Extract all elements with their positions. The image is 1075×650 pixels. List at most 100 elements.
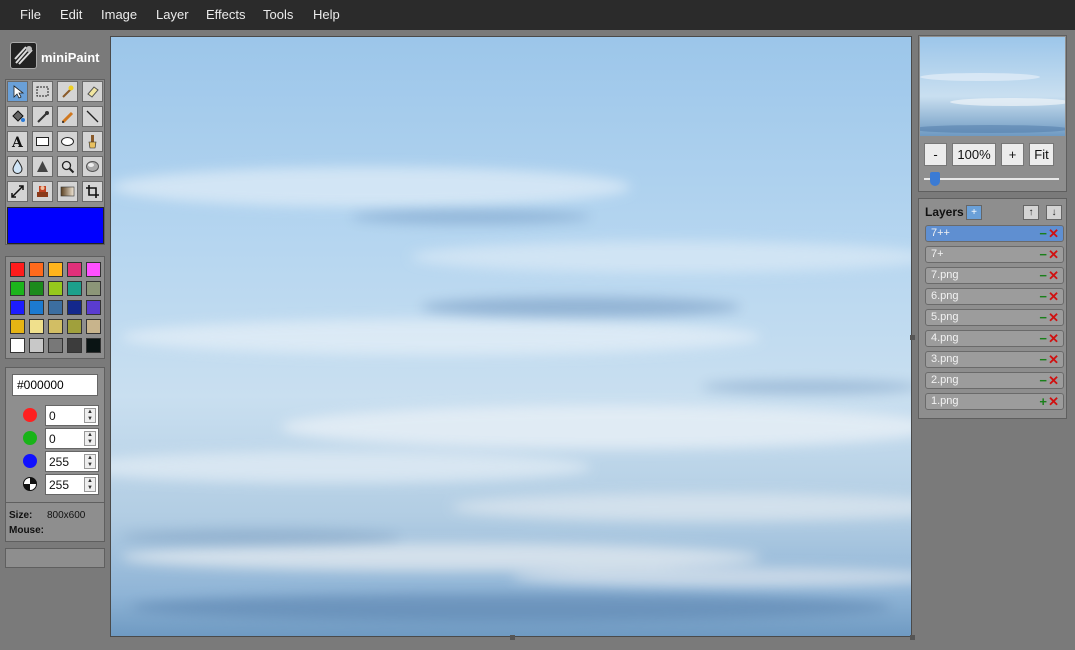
palette-swatch[interactable] bbox=[67, 300, 82, 315]
hex-color-input[interactable] bbox=[12, 374, 98, 396]
layer-row[interactable]: 1.png + ✕ bbox=[925, 393, 1064, 410]
palette-swatch[interactable] bbox=[48, 262, 63, 277]
show-layer-icon[interactable]: + bbox=[1039, 394, 1047, 409]
zoom-slider-track[interactable] bbox=[924, 178, 1059, 180]
delete-layer-icon[interactable]: ✕ bbox=[1048, 289, 1059, 304]
layer-row[interactable]: 7.png − ✕ bbox=[925, 267, 1064, 284]
layer-row[interactable]: 7+ − ✕ bbox=[925, 246, 1064, 263]
palette-swatch[interactable] bbox=[29, 300, 44, 315]
canvas-resize-handle-corner[interactable] bbox=[910, 635, 915, 640]
zoom-tool-button[interactable] bbox=[57, 156, 78, 177]
palette-swatch[interactable] bbox=[67, 338, 82, 353]
palette-swatch[interactable] bbox=[86, 281, 101, 296]
palette-swatch[interactable] bbox=[10, 300, 25, 315]
rectangle-tool-button[interactable] bbox=[32, 131, 53, 152]
line-tool-button[interactable] bbox=[82, 106, 103, 127]
palette-swatch[interactable] bbox=[67, 281, 82, 296]
resize-tool-button[interactable] bbox=[7, 181, 28, 202]
ellipse-tool-button[interactable] bbox=[57, 131, 78, 152]
brush-tool-button[interactable] bbox=[82, 131, 103, 152]
layer-row[interactable]: 4.png − ✕ bbox=[925, 330, 1064, 347]
palette-swatch[interactable] bbox=[29, 338, 44, 353]
zoom-slider-handle[interactable] bbox=[929, 172, 940, 186]
delete-layer-icon[interactable]: ✕ bbox=[1048, 310, 1059, 325]
palette-swatch[interactable] bbox=[29, 319, 44, 334]
spinner-arrows-icon[interactable]: ▲ ▼ bbox=[84, 431, 96, 446]
menu-help[interactable]: Help bbox=[309, 0, 344, 30]
delete-layer-icon[interactable]: ✕ bbox=[1048, 331, 1059, 346]
palette-swatch[interactable] bbox=[48, 319, 63, 334]
delete-layer-icon[interactable]: ✕ bbox=[1048, 352, 1059, 367]
hide-layer-icon[interactable]: − bbox=[1039, 289, 1047, 304]
eraser-tool-button[interactable] bbox=[82, 81, 103, 102]
layer-row[interactable]: 2.png − ✕ bbox=[925, 372, 1064, 389]
select-tool-button[interactable] bbox=[7, 81, 28, 102]
green-channel-input[interactable]: 0 ▲ ▼ bbox=[45, 428, 99, 449]
canvas-resize-handle-bottom[interactable] bbox=[510, 635, 515, 640]
active-color-swatch[interactable] bbox=[7, 207, 104, 244]
layer-row[interactable]: 5.png − ✕ bbox=[925, 309, 1064, 326]
hide-layer-icon[interactable]: − bbox=[1039, 373, 1047, 388]
palette-swatch[interactable] bbox=[86, 319, 101, 334]
delete-layer-icon[interactable]: ✕ bbox=[1048, 394, 1059, 409]
bulge-tool-button[interactable] bbox=[82, 156, 103, 177]
zoom-out-button[interactable]: - bbox=[924, 143, 947, 166]
magic-wand-tool-button[interactable] bbox=[57, 81, 78, 102]
layer-row[interactable]: 3.png − ✕ bbox=[925, 351, 1064, 368]
delete-layer-icon[interactable]: ✕ bbox=[1048, 268, 1059, 283]
hide-layer-icon[interactable]: − bbox=[1039, 247, 1047, 262]
text-tool-button[interactable]: A bbox=[7, 131, 28, 152]
blur-tool-button[interactable] bbox=[7, 156, 28, 177]
alpha-channel-input[interactable]: 255 ▲ ▼ bbox=[45, 474, 99, 495]
hide-layer-icon[interactable]: − bbox=[1039, 352, 1047, 367]
fill-tool-button[interactable] bbox=[7, 106, 28, 127]
menu-layer[interactable]: Layer bbox=[152, 0, 193, 30]
palette-swatch[interactable] bbox=[67, 262, 82, 277]
hide-layer-icon[interactable]: − bbox=[1039, 268, 1047, 283]
gradient-tool-button[interactable] bbox=[57, 181, 78, 202]
zoom-level-field[interactable]: 100% bbox=[952, 143, 996, 166]
sharpen-tool-button[interactable] bbox=[32, 156, 53, 177]
layer-row[interactable]: 6.png − ✕ bbox=[925, 288, 1064, 305]
spinner-arrows-icon[interactable]: ▲ ▼ bbox=[84, 408, 96, 423]
blue-channel-input[interactable]: 255 ▲ ▼ bbox=[45, 451, 99, 472]
pencil-tool-button[interactable] bbox=[57, 106, 78, 127]
palette-swatch[interactable] bbox=[48, 300, 63, 315]
menu-effects[interactable]: Effects bbox=[202, 0, 250, 30]
zoom-in-button[interactable]: + bbox=[1001, 143, 1024, 166]
spinner-arrows-icon[interactable]: ▲ ▼ bbox=[84, 454, 96, 469]
layer-row[interactable]: 7++ − ✕ bbox=[925, 225, 1064, 242]
palette-swatch[interactable] bbox=[10, 281, 25, 296]
move-layer-up-icon[interactable]: ↑ bbox=[1023, 205, 1039, 220]
palette-swatch[interactable] bbox=[86, 262, 101, 277]
color-picker-tool-button[interactable] bbox=[32, 106, 53, 127]
delete-layer-icon[interactable]: ✕ bbox=[1048, 226, 1059, 241]
palette-swatch[interactable] bbox=[48, 281, 63, 296]
palette-swatch[interactable] bbox=[67, 319, 82, 334]
palette-swatch[interactable] bbox=[10, 262, 25, 277]
hide-layer-icon[interactable]: − bbox=[1039, 310, 1047, 325]
palette-swatch[interactable] bbox=[86, 338, 101, 353]
delete-layer-icon[interactable]: ✕ bbox=[1048, 247, 1059, 262]
palette-swatch[interactable] bbox=[48, 338, 63, 353]
menu-file[interactable]: File bbox=[16, 0, 45, 30]
delete-layer-icon[interactable]: ✕ bbox=[1048, 373, 1059, 388]
spinner-arrows-icon[interactable]: ▲ ▼ bbox=[84, 477, 96, 492]
crop-tool-button[interactable] bbox=[82, 181, 103, 202]
palette-swatch[interactable] bbox=[29, 262, 44, 277]
canvas-resize-handle-right[interactable] bbox=[910, 335, 915, 340]
drawing-canvas[interactable] bbox=[110, 36, 912, 637]
palette-swatch[interactable] bbox=[10, 338, 25, 353]
move-layer-down-icon[interactable]: ↓ bbox=[1046, 205, 1062, 220]
clone-tool-button[interactable] bbox=[32, 181, 53, 202]
menu-image[interactable]: Image bbox=[97, 0, 141, 30]
add-layer-icon[interactable]: + bbox=[966, 205, 982, 220]
palette-swatch[interactable] bbox=[86, 300, 101, 315]
menu-tools[interactable]: Tools bbox=[259, 0, 297, 30]
hide-layer-icon[interactable]: − bbox=[1039, 226, 1047, 241]
palette-swatch[interactable] bbox=[10, 319, 25, 334]
palette-swatch[interactable] bbox=[29, 281, 44, 296]
red-channel-input[interactable]: 0 ▲ ▼ bbox=[45, 405, 99, 426]
menu-edit[interactable]: Edit bbox=[56, 0, 86, 30]
hide-layer-icon[interactable]: − bbox=[1039, 331, 1047, 346]
